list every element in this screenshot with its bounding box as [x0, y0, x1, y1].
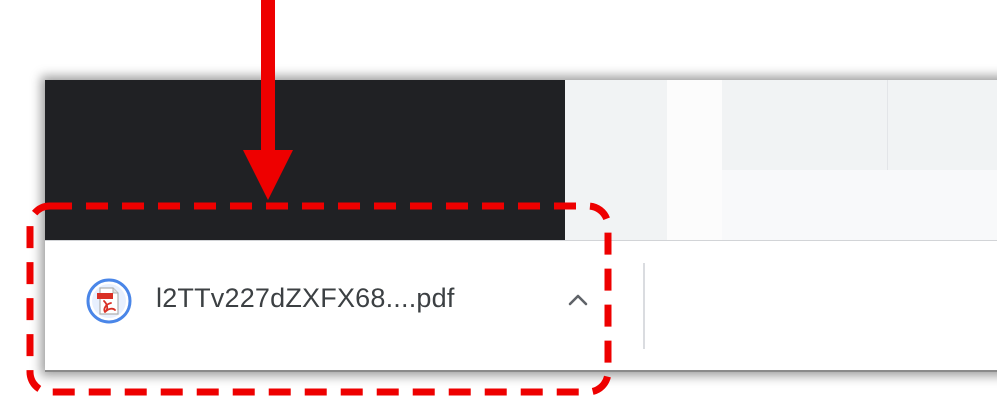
window-bottom-edge: [45, 370, 997, 372]
dark-page-region: [45, 80, 565, 240]
browser-window-crop: l2TTv227dZXFX68....pdf: [45, 80, 997, 372]
screenshot-stage: l2TTv227dZXFX68....pdf: [0, 0, 997, 404]
light-page-column: [565, 80, 667, 240]
light-page-column: [667, 80, 722, 240]
light-page-block: [722, 80, 997, 170]
download-item[interactable]: l2TTv227dZXFX68....pdf: [45, 241, 643, 372]
chevron-up-icon[interactable]: [563, 285, 593, 315]
download-bar: l2TTv227dZXFX68....pdf: [45, 240, 997, 372]
page-divider: [887, 80, 888, 170]
download-file-name: l2TTv227dZXFX68....pdf: [156, 283, 455, 313]
download-bar-divider: [643, 263, 645, 349]
pdf-file-icon: [85, 277, 133, 325]
